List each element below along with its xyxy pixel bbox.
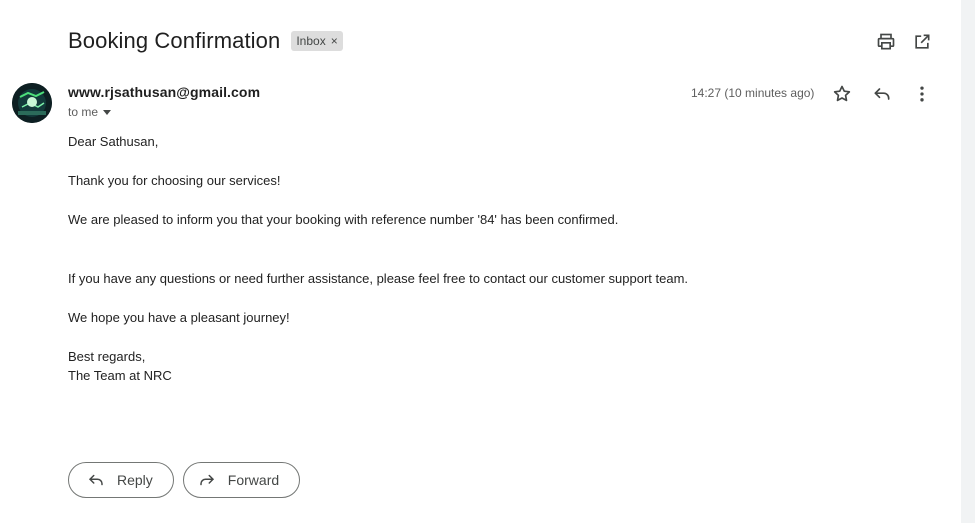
reply-label: Reply (117, 472, 153, 488)
email-body: Dear Sathusan, Thank you for choosing ou… (68, 132, 928, 385)
support-text: If you have any questions or need furthe… (68, 271, 689, 286)
forward-button[interactable]: Forward (182, 462, 301, 498)
email-view: Booking Confirmation Inbox × www.rjsathu… (0, 0, 975, 523)
reply-forward-buttons: Reply Forward (68, 462, 301, 498)
recipient-details-toggle[interactable]: to me (68, 105, 112, 119)
wish-text: We hope you have a pleasant journey! (68, 310, 290, 325)
reply-button[interactable]: Reply (68, 462, 174, 498)
open-in-new-window-icon[interactable] (910, 30, 934, 54)
email-subject: Booking Confirmation (68, 28, 281, 53)
more-vert-icon[interactable] (910, 82, 934, 106)
remove-label-icon[interactable]: × (331, 33, 338, 49)
sender-email[interactable]: www.rjsathusan@gmail.com (68, 84, 260, 100)
print-icon[interactable] (874, 30, 898, 54)
email-timestamp: 14:27 (10 minutes ago) (691, 86, 815, 100)
greeting-text: Dear Sathusan, (68, 134, 159, 149)
recipient-text: to me (68, 105, 99, 119)
forward-label: Forward (227, 472, 280, 488)
message-actions (830, 82, 934, 106)
label-text: Inbox (296, 34, 326, 48)
reply-icon (89, 474, 103, 486)
forward-icon (200, 474, 214, 486)
reply-icon[interactable] (870, 82, 894, 106)
subject-row: Booking Confirmation Inbox × (68, 28, 343, 54)
inbox-label-chip[interactable]: Inbox × (291, 31, 343, 51)
sender-avatar[interactable] (12, 83, 52, 123)
scrollbar-track[interactable] (961, 0, 975, 523)
thread-toolbar (874, 30, 934, 54)
thanks-text: Thank you for choosing our services! (68, 173, 281, 188)
star-icon[interactable] (830, 82, 854, 106)
closing-text: Best regards, (68, 349, 146, 364)
confirmation-text: We are pleased to inform you that your b… (68, 212, 619, 227)
signature-text: The Team at NRC (68, 368, 172, 383)
chevron-down-icon (103, 109, 112, 115)
